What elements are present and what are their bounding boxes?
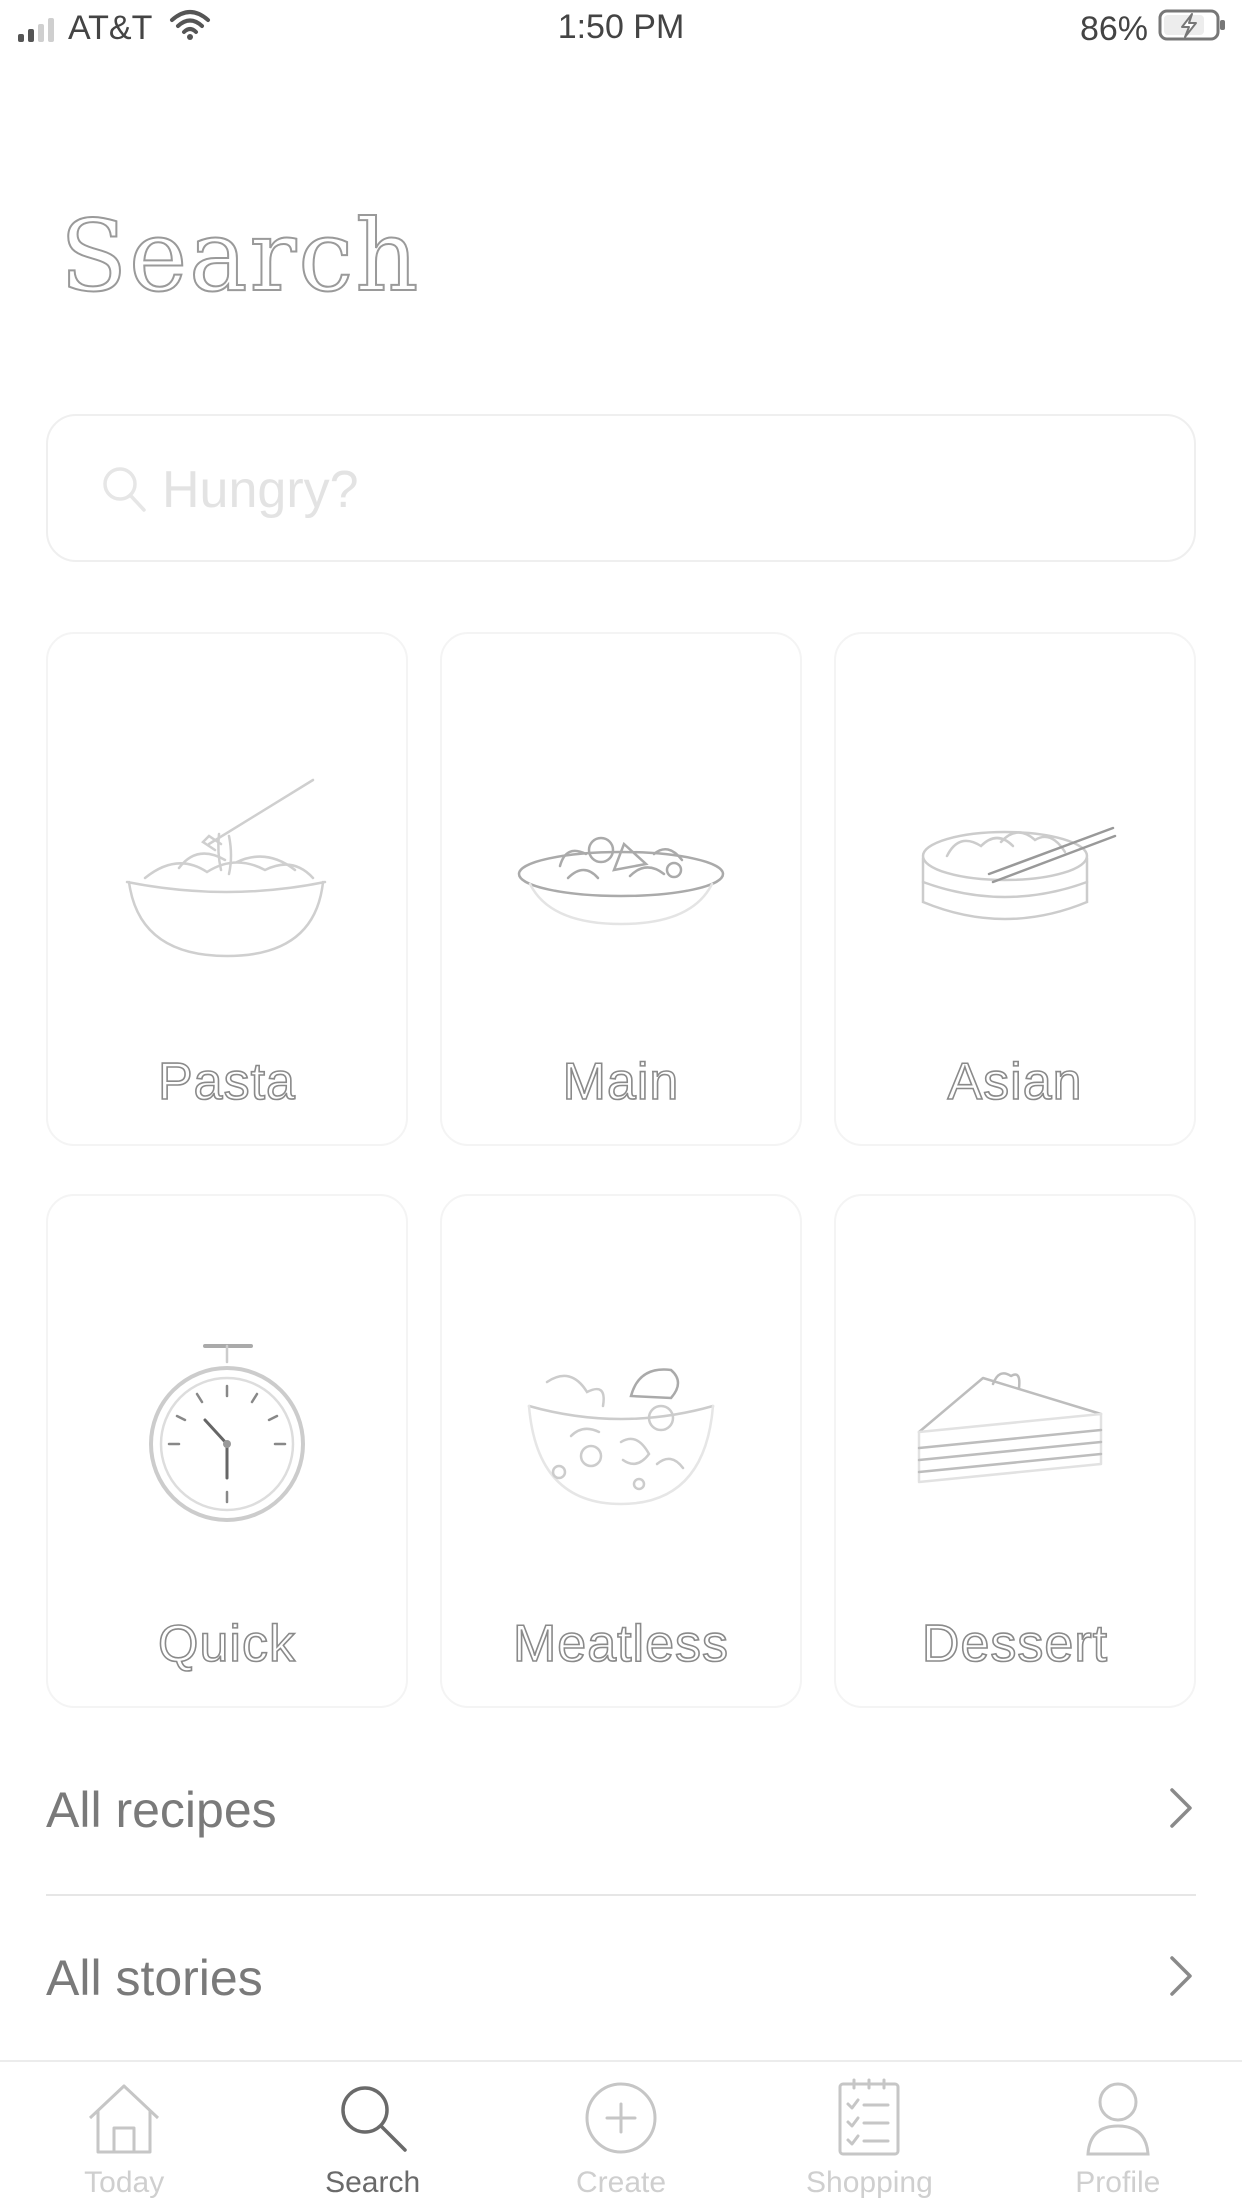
tab-create[interactable]: Create (497, 2062, 745, 2208)
category-label: Dessert (921, 1614, 1109, 1674)
status-right: 86% (1080, 8, 1228, 51)
search-icon (100, 464, 148, 519)
tab-shopping[interactable]: Shopping (745, 2062, 993, 2208)
category-label: Main (562, 1052, 680, 1112)
category-label: Asian (947, 1052, 1083, 1112)
tab-search[interactable]: Search (248, 2062, 496, 2208)
tab-profile[interactable]: Profile (994, 2062, 1242, 2208)
search-input[interactable] (160, 454, 1064, 526)
all-stories-row[interactable]: All stories (46, 1918, 1196, 2038)
search-field[interactable] (46, 414, 1196, 562)
tab-label: Shopping (806, 2166, 933, 2199)
main-dish-icon (442, 754, 800, 994)
tab-label: Profile (1075, 2166, 1161, 2199)
home-icon (84, 2078, 164, 2158)
row-divider (46, 1894, 1196, 1896)
category-card-meatless[interactable]: Meatless (440, 1194, 802, 1708)
dumpling-bowl-icon (836, 754, 1194, 994)
all-recipes-row[interactable]: All recipes (46, 1750, 1196, 1870)
checklist-icon (834, 2078, 904, 2158)
category-card-main[interactable]: Main (440, 632, 802, 1146)
battery-charging-icon (1158, 8, 1228, 51)
tab-bar: Today Search Create Shopping Profile (0, 2060, 1242, 2208)
status-bar: AT&T 1:50 PM 86% (0, 0, 1242, 60)
chevron-right-icon (1166, 1952, 1196, 2005)
status-time: 1:50 PM (557, 8, 685, 46)
category-card-asian[interactable]: Asian (834, 632, 1196, 1146)
tab-today[interactable]: Today (0, 2062, 248, 2208)
pasta-bowl-icon (48, 754, 406, 994)
all-recipes-label: All recipes (46, 1782, 277, 1838)
plus-circle-icon (581, 2078, 661, 2158)
battery-percentage: 86% (1079, 10, 1148, 48)
tab-label: Search (325, 2166, 421, 2199)
page-title: Search (59, 199, 421, 315)
tab-label: Create (575, 2166, 667, 2199)
category-grid: Pasta Main Asian Quick Meatless Dessert (46, 632, 1196, 1708)
category-label: Pasta (157, 1052, 296, 1112)
all-stories-label: All stories (46, 1950, 263, 2006)
search-icon (333, 2078, 413, 2158)
salad-bowl-icon (442, 1316, 800, 1556)
stopwatch-icon (48, 1316, 406, 1556)
category-card-dessert[interactable]: Dessert (834, 1194, 1196, 1708)
category-label: Quick (157, 1614, 296, 1674)
category-card-pasta[interactable]: Pasta (46, 632, 408, 1146)
tab-label: Today (84, 2166, 165, 2199)
category-label: Meatless (512, 1614, 730, 1674)
category-card-quick[interactable]: Quick (46, 1194, 408, 1708)
person-icon (1078, 2078, 1158, 2158)
cake-slice-icon (836, 1316, 1194, 1556)
chevron-right-icon (1166, 1784, 1196, 1837)
